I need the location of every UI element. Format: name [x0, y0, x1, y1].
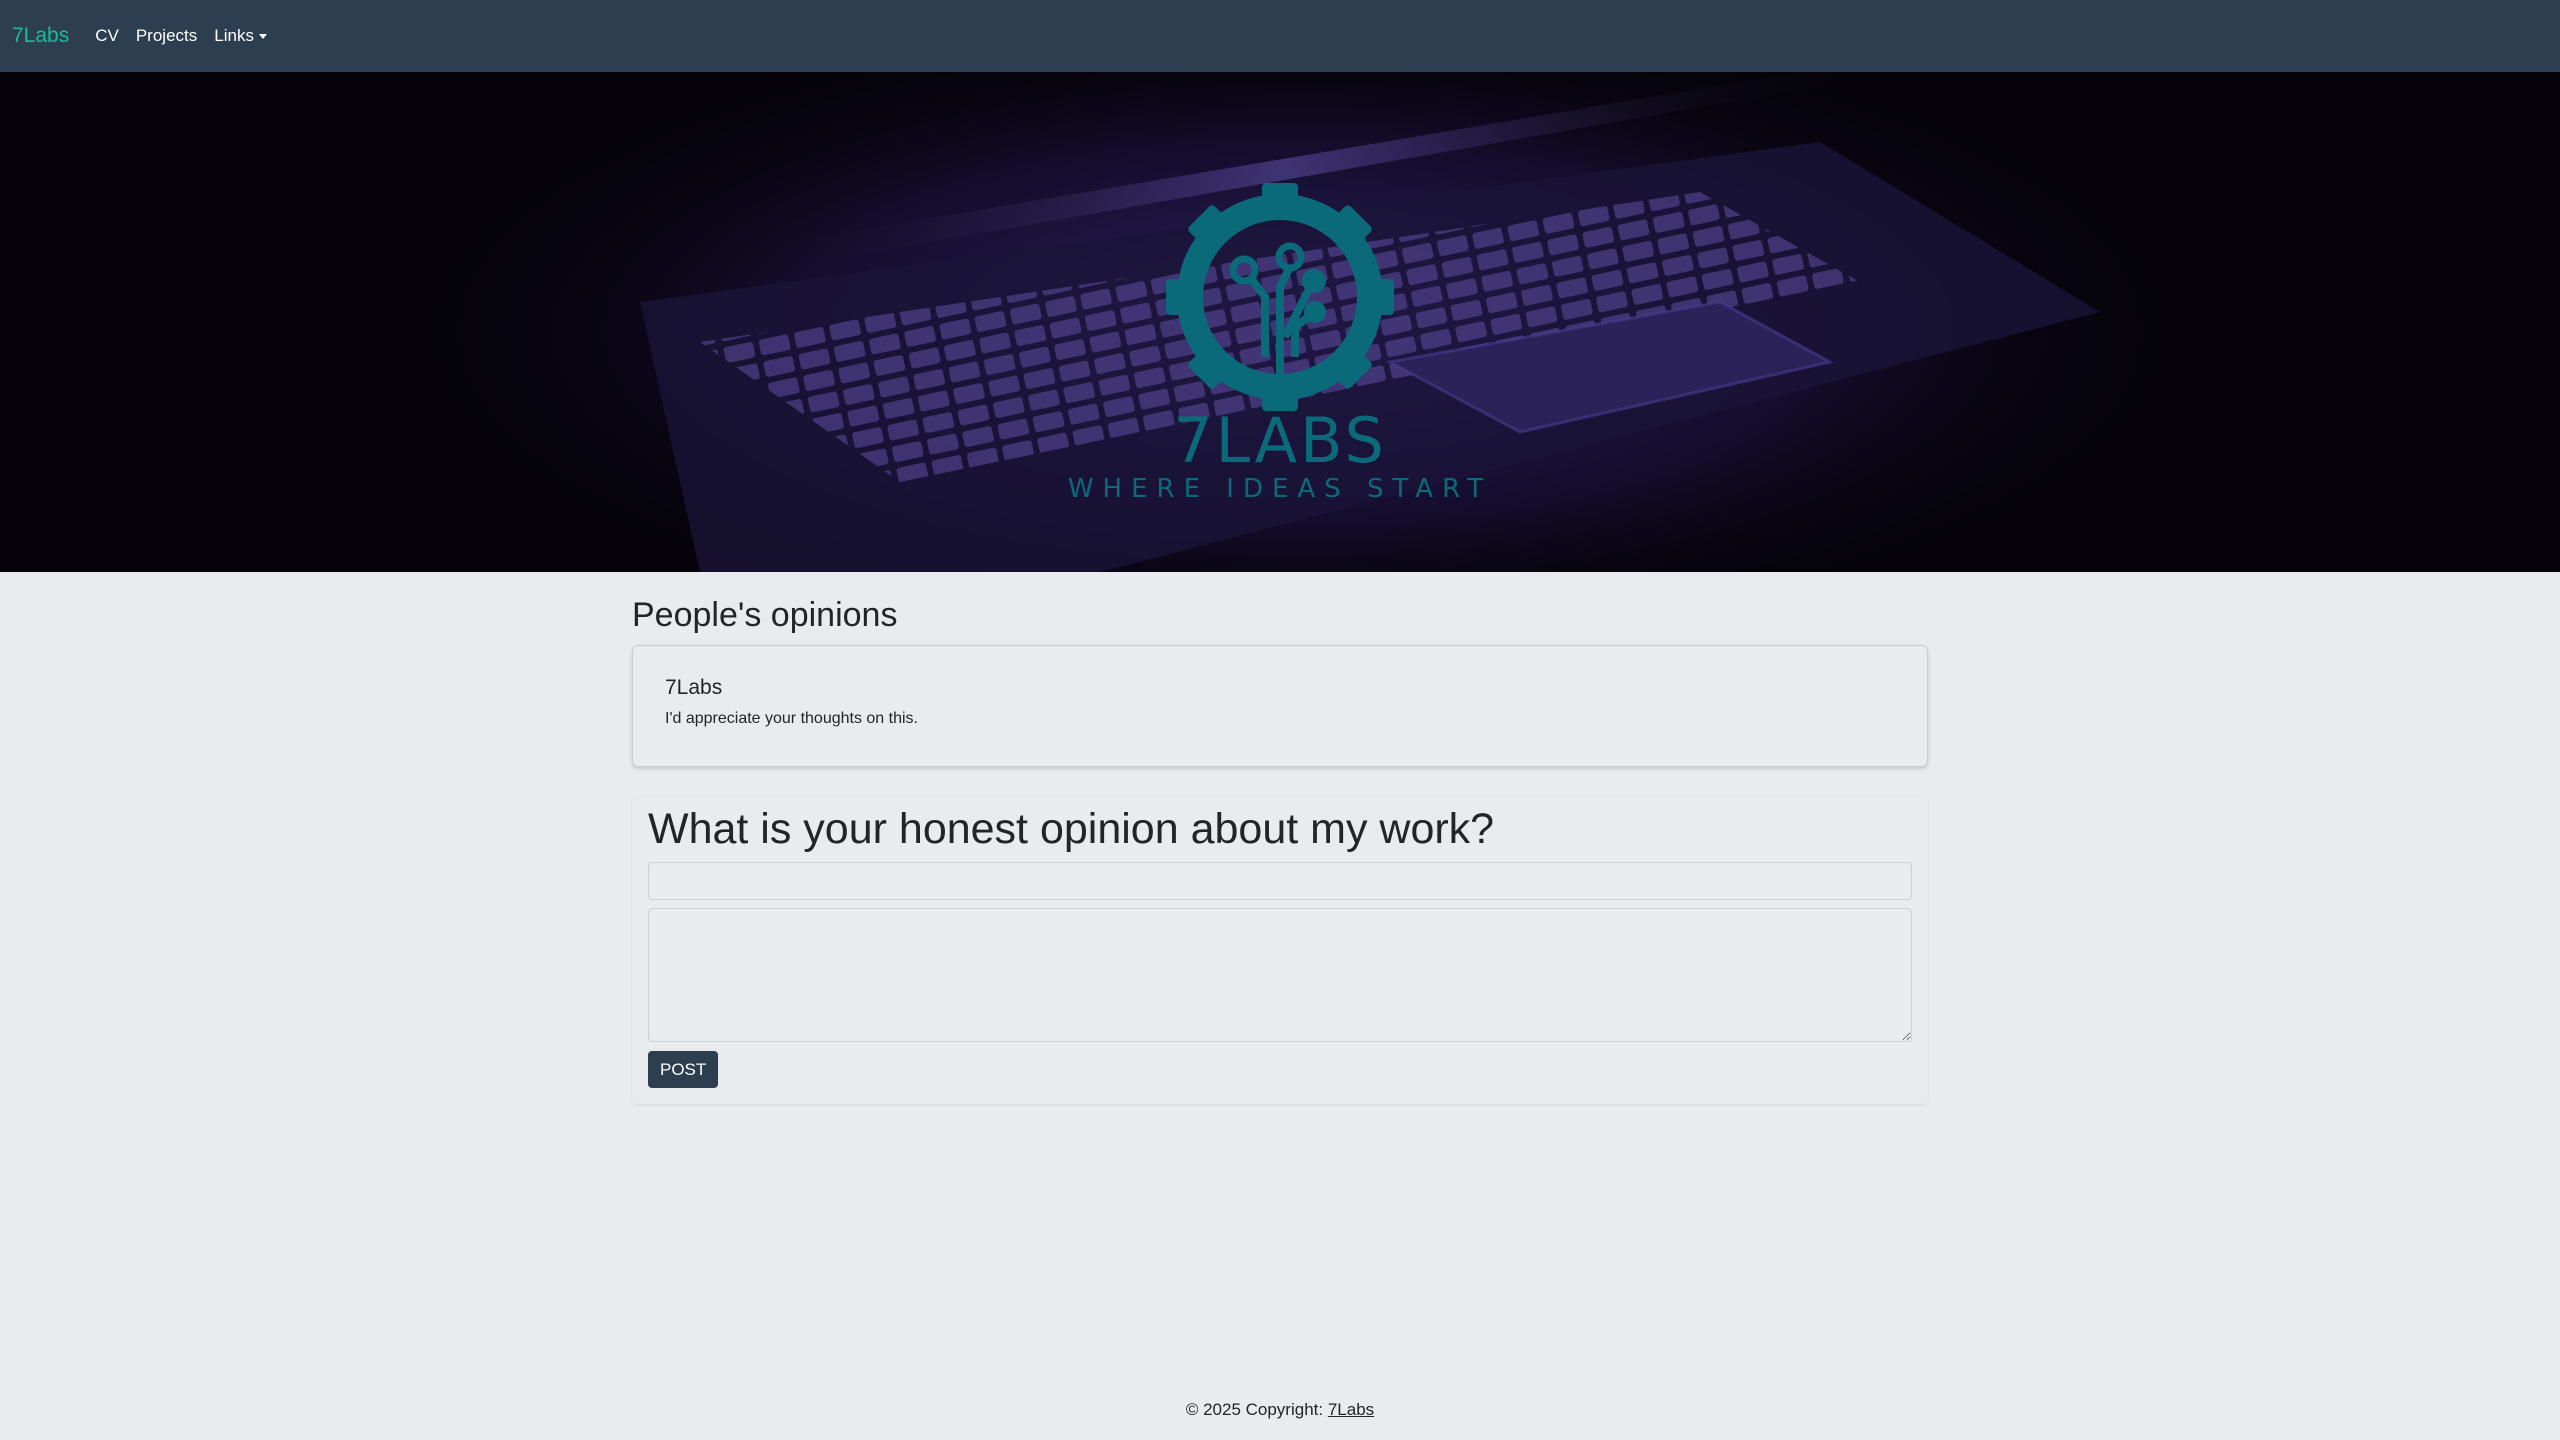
opinion-author: 7Labs: [665, 676, 723, 699]
nav-links-label: Links: [214, 26, 254, 45]
opinions-title: People's opinions: [632, 596, 898, 634]
message-textarea[interactable]: [648, 908, 1912, 1042]
footer-link[interactable]: 7Labs: [1328, 1400, 1374, 1419]
name-input[interactable]: [648, 862, 1912, 900]
nav-links-dropdown[interactable]: Links: [214, 26, 267, 46]
logo-title: 7LABS: [1173, 404, 1387, 477]
hero-banner: 7LABS WHERE IDEAS START: [0, 72, 2560, 572]
form-title: What is your honest opinion about my wor…: [648, 805, 1495, 853]
footer: © 2025 Copyright: 7Labs: [0, 1400, 2560, 1420]
post-button[interactable]: POST: [648, 1051, 719, 1088]
caret-down-icon: [258, 33, 267, 39]
brand-link[interactable]: 7Labs: [12, 24, 69, 48]
nav-projects[interactable]: Projects: [136, 26, 197, 46]
top-navbar: 7Labs CV Projects Links: [0, 0, 2560, 72]
opinion-text: I'd appreciate your thoughts on this.: [665, 710, 918, 727]
nav-projects-label: Projects: [135, 26, 198, 45]
main-content: People's opinions 7Labs I'd appreciate y…: [632, 572, 1928, 1104]
footer-copyright: © 2025 Copyright:: [1185, 1400, 1328, 1419]
nav-cv[interactable]: CV: [95, 26, 119, 46]
nav-cv-label: CV: [95, 26, 119, 45]
opinion-form: What is your honest opinion about my wor…: [632, 797, 1928, 1104]
opinion-card: 7Labs I'd appreciate your thoughts on th…: [632, 645, 1928, 767]
logo-tagline: WHERE IDEAS START: [1067, 474, 1493, 504]
